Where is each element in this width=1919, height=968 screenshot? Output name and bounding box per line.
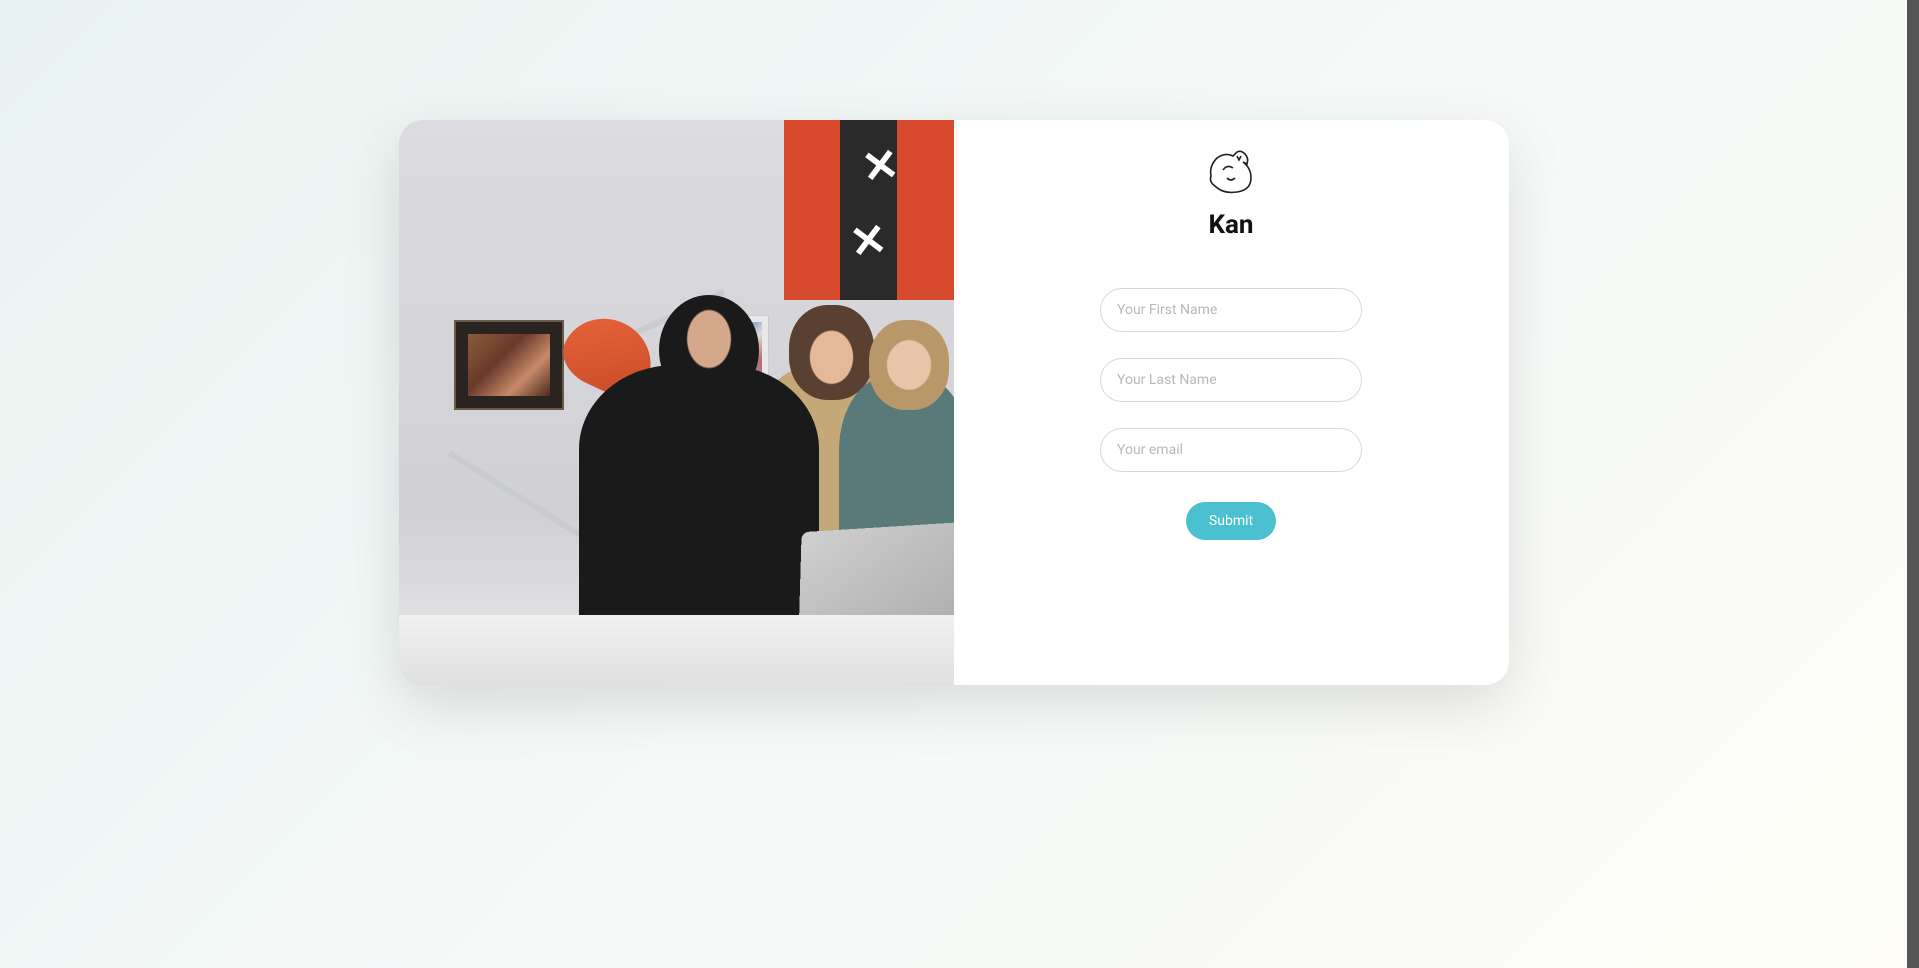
signup-form: Submit — [994, 288, 1469, 540]
email-input[interactable] — [1100, 428, 1362, 472]
hero-image-panel: ✕ ✕ — [399, 120, 954, 685]
form-panel: Kan Submit — [954, 120, 1509, 685]
hero-photo: ✕ ✕ — [399, 120, 954, 685]
brand-logo-icon — [1203, 148, 1259, 196]
brand-header: Kan — [1203, 148, 1259, 240]
last-name-input[interactable] — [1100, 358, 1362, 402]
first-name-input[interactable] — [1100, 288, 1362, 332]
submit-button[interactable]: Submit — [1186, 502, 1276, 540]
signup-card: ✕ ✕ — [399, 120, 1509, 685]
brand-name: Kan — [1208, 210, 1253, 240]
